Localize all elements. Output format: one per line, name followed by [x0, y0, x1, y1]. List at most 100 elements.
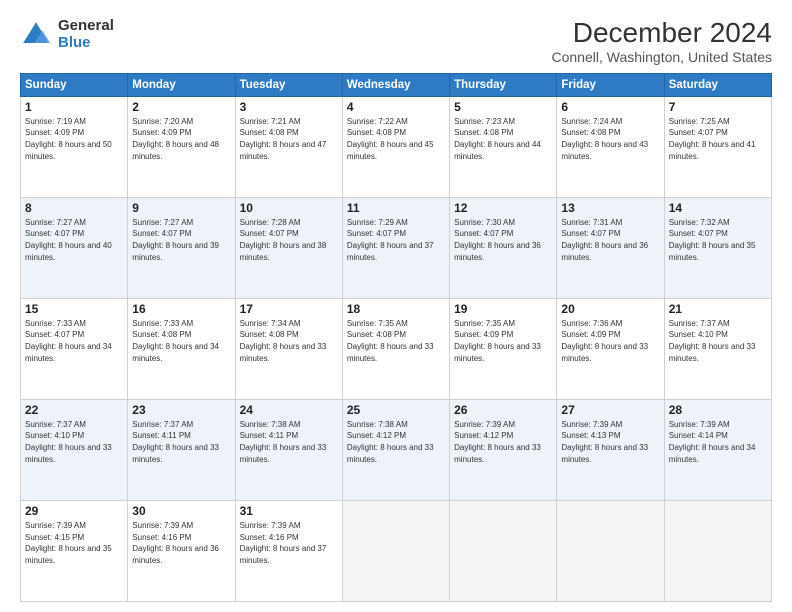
calendar-day-cell: 19 Sunrise: 7:35 AM Sunset: 4:09 PM Dayl…: [450, 298, 557, 399]
day-info: Sunrise: 7:27 AM Sunset: 4:07 PM Dayligh…: [25, 217, 123, 263]
calendar-day-cell: [557, 500, 664, 601]
calendar-day-header: Wednesday: [342, 73, 449, 96]
calendar-day-cell: 21 Sunrise: 7:37 AM Sunset: 4:10 PM Dayl…: [664, 298, 771, 399]
calendar-day-cell: 4 Sunrise: 7:22 AM Sunset: 4:08 PM Dayli…: [342, 96, 449, 197]
day-number: 8: [25, 201, 123, 215]
calendar-day-cell: 10 Sunrise: 7:28 AM Sunset: 4:07 PM Dayl…: [235, 197, 342, 298]
day-number: 28: [669, 403, 767, 417]
calendar-day-cell: 3 Sunrise: 7:21 AM Sunset: 4:08 PM Dayli…: [235, 96, 342, 197]
calendar-day-cell: [450, 500, 557, 601]
calendar-week-row: 22 Sunrise: 7:37 AM Sunset: 4:10 PM Dayl…: [21, 399, 772, 500]
day-info: Sunrise: 7:19 AM Sunset: 4:09 PM Dayligh…: [25, 116, 123, 162]
day-info: Sunrise: 7:27 AM Sunset: 4:07 PM Dayligh…: [132, 217, 230, 263]
day-info: Sunrise: 7:39 AM Sunset: 4:13 PM Dayligh…: [561, 419, 659, 465]
day-info: Sunrise: 7:35 AM Sunset: 4:08 PM Dayligh…: [347, 318, 445, 364]
calendar-day-cell: 30 Sunrise: 7:39 AM Sunset: 4:16 PM Dayl…: [128, 500, 235, 601]
day-number: 12: [454, 201, 552, 215]
calendar-day-cell: 14 Sunrise: 7:32 AM Sunset: 4:07 PM Dayl…: [664, 197, 771, 298]
calendar-day-cell: 22 Sunrise: 7:37 AM Sunset: 4:10 PM Dayl…: [21, 399, 128, 500]
day-info: Sunrise: 7:25 AM Sunset: 4:07 PM Dayligh…: [669, 116, 767, 162]
calendar-day-cell: 9 Sunrise: 7:27 AM Sunset: 4:07 PM Dayli…: [128, 197, 235, 298]
calendar-day-cell: 11 Sunrise: 7:29 AM Sunset: 4:07 PM Dayl…: [342, 197, 449, 298]
calendar-day-cell: 16 Sunrise: 7:33 AM Sunset: 4:08 PM Dayl…: [128, 298, 235, 399]
calendar-day-cell: 2 Sunrise: 7:20 AM Sunset: 4:09 PM Dayli…: [128, 96, 235, 197]
calendar-week-row: 1 Sunrise: 7:19 AM Sunset: 4:09 PM Dayli…: [21, 96, 772, 197]
day-number: 23: [132, 403, 230, 417]
day-info: Sunrise: 7:30 AM Sunset: 4:07 PM Dayligh…: [454, 217, 552, 263]
day-info: Sunrise: 7:39 AM Sunset: 4:16 PM Dayligh…: [132, 520, 230, 566]
day-info: Sunrise: 7:22 AM Sunset: 4:08 PM Dayligh…: [347, 116, 445, 162]
calendar-day-header: Monday: [128, 73, 235, 96]
day-info: Sunrise: 7:39 AM Sunset: 4:12 PM Dayligh…: [454, 419, 552, 465]
day-info: Sunrise: 7:36 AM Sunset: 4:09 PM Dayligh…: [561, 318, 659, 364]
day-number: 29: [25, 504, 123, 518]
day-number: 22: [25, 403, 123, 417]
day-number: 2: [132, 100, 230, 114]
calendar-day-cell: 29 Sunrise: 7:39 AM Sunset: 4:15 PM Dayl…: [21, 500, 128, 601]
calendar-day-cell: 24 Sunrise: 7:38 AM Sunset: 4:11 PM Dayl…: [235, 399, 342, 500]
calendar-day-cell: [664, 500, 771, 601]
day-number: 10: [240, 201, 338, 215]
day-number: 11: [347, 201, 445, 215]
day-info: Sunrise: 7:29 AM Sunset: 4:07 PM Dayligh…: [347, 217, 445, 263]
day-info: Sunrise: 7:34 AM Sunset: 4:08 PM Dayligh…: [240, 318, 338, 364]
day-info: Sunrise: 7:35 AM Sunset: 4:09 PM Dayligh…: [454, 318, 552, 364]
day-info: Sunrise: 7:31 AM Sunset: 4:07 PM Dayligh…: [561, 217, 659, 263]
calendar-day-cell: 7 Sunrise: 7:25 AM Sunset: 4:07 PM Dayli…: [664, 96, 771, 197]
calendar-day-cell: 18 Sunrise: 7:35 AM Sunset: 4:08 PM Dayl…: [342, 298, 449, 399]
location-title: Connell, Washington, United States: [552, 49, 773, 65]
calendar-day-cell: 5 Sunrise: 7:23 AM Sunset: 4:08 PM Dayli…: [450, 96, 557, 197]
logo: General Blue: [20, 18, 114, 51]
day-info: Sunrise: 7:32 AM Sunset: 4:07 PM Dayligh…: [669, 217, 767, 263]
day-number: 16: [132, 302, 230, 316]
header: General Blue December 2024 Connell, Wash…: [20, 18, 772, 65]
day-number: 4: [347, 100, 445, 114]
calendar-week-row: 8 Sunrise: 7:27 AM Sunset: 4:07 PM Dayli…: [21, 197, 772, 298]
day-number: 5: [454, 100, 552, 114]
calendar-day-cell: 12 Sunrise: 7:30 AM Sunset: 4:07 PM Dayl…: [450, 197, 557, 298]
day-number: 3: [240, 100, 338, 114]
day-info: Sunrise: 7:33 AM Sunset: 4:08 PM Dayligh…: [132, 318, 230, 364]
calendar-day-cell: 25 Sunrise: 7:38 AM Sunset: 4:12 PM Dayl…: [342, 399, 449, 500]
calendar-day-cell: 15 Sunrise: 7:33 AM Sunset: 4:07 PM Dayl…: [21, 298, 128, 399]
day-number: 19: [454, 302, 552, 316]
calendar-day-cell: [342, 500, 449, 601]
calendar-week-row: 15 Sunrise: 7:33 AM Sunset: 4:07 PM Dayl…: [21, 298, 772, 399]
calendar-day-header: Tuesday: [235, 73, 342, 96]
day-number: 9: [132, 201, 230, 215]
day-number: 7: [669, 100, 767, 114]
day-number: 24: [240, 403, 338, 417]
day-number: 15: [25, 302, 123, 316]
calendar-day-cell: 26 Sunrise: 7:39 AM Sunset: 4:12 PM Dayl…: [450, 399, 557, 500]
day-info: Sunrise: 7:39 AM Sunset: 4:15 PM Dayligh…: [25, 520, 123, 566]
day-info: Sunrise: 7:20 AM Sunset: 4:09 PM Dayligh…: [132, 116, 230, 162]
day-number: 13: [561, 201, 659, 215]
day-number: 14: [669, 201, 767, 215]
day-number: 17: [240, 302, 338, 316]
day-info: Sunrise: 7:21 AM Sunset: 4:08 PM Dayligh…: [240, 116, 338, 162]
day-info: Sunrise: 7:23 AM Sunset: 4:08 PM Dayligh…: [454, 116, 552, 162]
day-number: 26: [454, 403, 552, 417]
calendar-day-cell: 20 Sunrise: 7:36 AM Sunset: 4:09 PM Dayl…: [557, 298, 664, 399]
calendar-day-cell: 8 Sunrise: 7:27 AM Sunset: 4:07 PM Dayli…: [21, 197, 128, 298]
calendar-day-cell: 31 Sunrise: 7:39 AM Sunset: 4:16 PM Dayl…: [235, 500, 342, 601]
calendar-day-cell: 28 Sunrise: 7:39 AM Sunset: 4:14 PM Dayl…: [664, 399, 771, 500]
calendar-day-cell: 23 Sunrise: 7:37 AM Sunset: 4:11 PM Dayl…: [128, 399, 235, 500]
day-info: Sunrise: 7:37 AM Sunset: 4:10 PM Dayligh…: [669, 318, 767, 364]
logo-general: General: [58, 18, 114, 35]
logo-text: General Blue: [58, 18, 114, 51]
day-info: Sunrise: 7:37 AM Sunset: 4:11 PM Dayligh…: [132, 419, 230, 465]
logo-icon: [20, 19, 52, 51]
day-number: 6: [561, 100, 659, 114]
day-info: Sunrise: 7:38 AM Sunset: 4:11 PM Dayligh…: [240, 419, 338, 465]
calendar-day-cell: 17 Sunrise: 7:34 AM Sunset: 4:08 PM Dayl…: [235, 298, 342, 399]
title-block: December 2024 Connell, Washington, Unite…: [552, 18, 773, 65]
day-number: 21: [669, 302, 767, 316]
day-info: Sunrise: 7:39 AM Sunset: 4:14 PM Dayligh…: [669, 419, 767, 465]
day-info: Sunrise: 7:39 AM Sunset: 4:16 PM Dayligh…: [240, 520, 338, 566]
calendar-day-cell: 13 Sunrise: 7:31 AM Sunset: 4:07 PM Dayl…: [557, 197, 664, 298]
day-number: 25: [347, 403, 445, 417]
calendar-day-header: Saturday: [664, 73, 771, 96]
calendar-day-cell: 1 Sunrise: 7:19 AM Sunset: 4:09 PM Dayli…: [21, 96, 128, 197]
day-number: 18: [347, 302, 445, 316]
